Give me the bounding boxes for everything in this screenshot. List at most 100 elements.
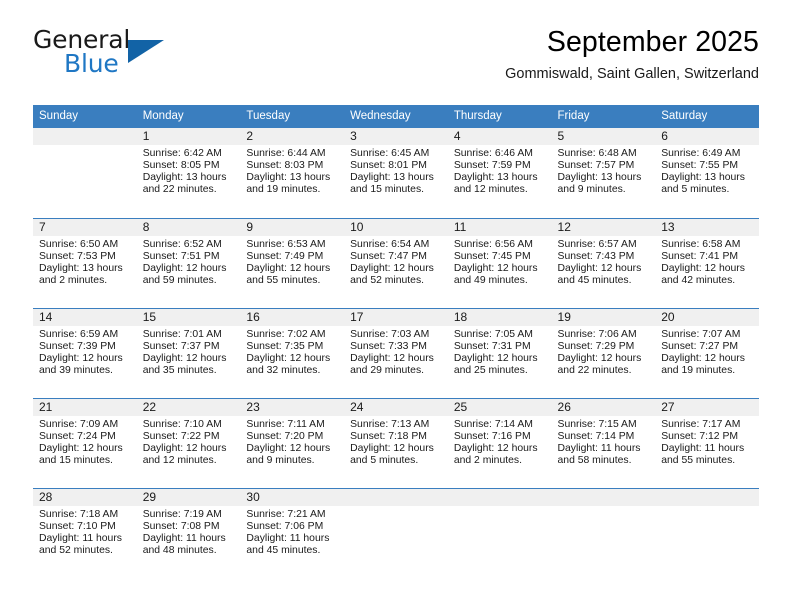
sunrise-time: Sunrise: 7:10 AM	[142, 418, 222, 430]
calendar-day-cell[interactable]: 18 Sunrise: 7:05 AM Sunset: 7:31 PM Dayligh…	[447, 307, 552, 398]
sunrise-time: Sunrise: 6:49 AM	[661, 147, 741, 159]
daylight-duration-line2: and 19 minutes.	[246, 183, 321, 195]
calendar-day-cell[interactable]: 6 Sunrise: 6:49 AM Sunset: 7:55 PM Daylight…	[655, 127, 759, 218]
daylight-duration-line2: and 42 minutes.	[661, 274, 736, 286]
daylight-duration-line1: Daylight: 11 hours	[39, 532, 122, 544]
calendar-day-cell[interactable]: 2 Sunrise: 6:44 AM Sunset: 8:03 PM Daylight…	[240, 127, 345, 218]
day-cell-inner	[344, 487, 448, 578]
calendar-day-cell[interactable]: 29 Sunrise: 7:19 AM Sunset: 7:08 PM Dayligh…	[136, 487, 241, 578]
calendar-day-cell[interactable]: 1 Sunrise: 6:42 AM Sunset: 8:05 PM Daylight…	[136, 127, 241, 218]
day-number	[33, 127, 137, 145]
calendar-day-cell[interactable]: 17 Sunrise: 7:03 AM Sunset: 7:33 PM Dayligh…	[344, 307, 448, 398]
day-number: 26	[551, 398, 656, 416]
day-cell-inner: 17 Sunrise: 7:03 AM Sunset: 7:33 PM Dayligh…	[344, 307, 448, 398]
daylight-duration-line2: and 39 minutes.	[39, 364, 113, 376]
calendar-day-cell[interactable]: 20 Sunrise: 7:07 AM Sunset: 7:27 PM Dayligh…	[655, 307, 759, 398]
calendar-day-cell[interactable]: 9 Sunrise: 6:53 AM Sunset: 7:49 PM Daylight…	[240, 217, 345, 308]
calendar-day-cell[interactable]: 19 Sunrise: 7:06 AM Sunset: 7:29 PM Dayligh…	[551, 307, 656, 398]
weekday-header-monday: Monday	[136, 105, 241, 128]
calendar-day-cell[interactable]: 14 Sunrise: 6:59 AM Sunset: 7:39 PM Dayligh…	[33, 307, 137, 398]
day-details: Sunrise: 7:21 AM Sunset: 7:06 PM Daylight:…	[240, 506, 344, 557]
calendar-day-cell[interactable]: 5 Sunrise: 6:48 AM Sunset: 7:57 PM Daylight…	[551, 127, 656, 218]
sunset-time: Sunset: 8:01 PM	[350, 159, 427, 171]
sunset-time: Sunset: 7:27 PM	[661, 340, 739, 352]
weekday-header-saturday: Saturday	[655, 105, 759, 128]
daylight-duration-line2: and 45 minutes.	[246, 544, 321, 556]
calendar-day-cell[interactable]: 4 Sunrise: 6:46 AM Sunset: 7:59 PM Daylight…	[447, 127, 552, 218]
day-number: 8	[136, 218, 241, 236]
sunrise-time: Sunrise: 7:21 AM	[246, 508, 326, 520]
calendar-day-cell[interactable]: 8 Sunrise: 6:52 AM Sunset: 7:51 PM Daylight…	[136, 217, 241, 308]
calendar-day-cell[interactable]: 16 Sunrise: 7:02 AM Sunset: 7:35 PM Dayligh…	[240, 307, 345, 398]
sunrise-time: Sunrise: 6:46 AM	[453, 147, 533, 159]
day-number: 2	[240, 127, 345, 145]
sunrise-time: Sunrise: 7:06 AM	[557, 328, 637, 340]
calendar-day-cell[interactable]: 15 Sunrise: 7:01 AM Sunset: 7:37 PM Dayligh…	[136, 307, 241, 398]
day-cell-inner: 1 Sunrise: 6:42 AM Sunset: 8:05 PM Daylight…	[136, 127, 241, 218]
day-cell-inner: 2 Sunrise: 6:44 AM Sunset: 8:03 PM Daylight…	[240, 127, 345, 218]
calendar-day-cell[interactable]: 28 Sunrise: 7:18 AM Sunset: 7:10 PM Dayligh…	[33, 487, 137, 578]
sunset-time: Sunset: 7:20 PM	[246, 430, 324, 442]
daylight-duration-line1: Daylight: 11 hours	[142, 532, 226, 544]
calendar-day-cell[interactable]: 11 Sunrise: 6:56 AM Sunset: 7:45 PM Dayligh…	[447, 217, 552, 308]
daylight-duration-line1: Daylight: 12 hours	[557, 352, 642, 364]
calendar-day-cell	[447, 487, 552, 578]
page-subtitle: Gommiswald, Saint Gallen, Switzerland	[505, 65, 759, 82]
day-number: 18	[447, 308, 552, 326]
brand-logo[interactable]: General Blue	[33, 26, 263, 86]
weekday-header-thursday: Thursday	[447, 105, 552, 128]
calendar-day-cell[interactable]: 7 Sunrise: 6:50 AM Sunset: 7:53 PM Daylight…	[33, 217, 137, 308]
day-cell-inner: 9 Sunrise: 6:53 AM Sunset: 7:49 PM Daylight…	[240, 217, 345, 308]
daylight-duration-line1: Daylight: 12 hours	[39, 352, 123, 364]
daylight-duration-line1: Daylight: 12 hours	[661, 352, 745, 364]
sunset-time: Sunset: 7:18 PM	[350, 430, 427, 442]
day-number: 11	[447, 218, 552, 236]
day-details: Sunrise: 6:46 AM Sunset: 7:59 PM Daylight:…	[448, 145, 552, 196]
calendar-week-row: 1 Sunrise: 6:42 AM Sunset: 8:05 PM Daylight…	[33, 127, 759, 218]
day-number: 7	[33, 218, 137, 236]
calendar-day-cell[interactable]: 21 Sunrise: 7:09 AM Sunset: 7:24 PM Dayligh…	[33, 397, 137, 488]
page-header: General Blue September 2025 Gommiswald, …	[33, 26, 759, 98]
sunset-time: Sunset: 7:24 PM	[39, 430, 116, 442]
daylight-duration-line2: and 2 minutes.	[39, 274, 108, 286]
day-number: 16	[240, 308, 345, 326]
day-cell-inner: 7 Sunrise: 6:50 AM Sunset: 7:53 PM Daylight…	[33, 217, 137, 308]
calendar-day-cell[interactable]: 22 Sunrise: 7:10 AM Sunset: 7:22 PM Dayligh…	[136, 397, 241, 488]
day-number: 24	[344, 398, 448, 416]
daylight-duration-line1: Daylight: 12 hours	[142, 262, 227, 274]
calendar-day-cell[interactable]: 12 Sunrise: 6:57 AM Sunset: 7:43 PM Dayligh…	[551, 217, 656, 308]
calendar-day-cell[interactable]: 26 Sunrise: 7:15 AM Sunset: 7:14 PM Dayligh…	[551, 397, 656, 488]
calendar-day-cell[interactable]: 10 Sunrise: 6:54 AM Sunset: 7:47 PM Dayligh…	[344, 217, 448, 308]
sunset-time: Sunset: 7:35 PM	[246, 340, 324, 352]
day-number: 4	[447, 127, 552, 145]
day-cell-inner: 20 Sunrise: 7:07 AM Sunset: 7:27 PM Dayligh…	[655, 307, 759, 398]
calendar-day-cell[interactable]: 13 Sunrise: 6:58 AM Sunset: 7:41 PM Dayligh…	[655, 217, 759, 308]
daylight-duration-line1: Daylight: 11 hours	[246, 532, 330, 544]
daylight-duration-line2: and 52 minutes.	[350, 274, 425, 286]
calendar-body: 1 Sunrise: 6:42 AM Sunset: 8:05 PM Daylight…	[33, 127, 759, 578]
calendar-day-cell[interactable]: 30 Sunrise: 7:21 AM Sunset: 7:06 PM Dayligh…	[240, 487, 345, 578]
day-number: 21	[33, 398, 137, 416]
calendar-day-cell[interactable]: 3 Sunrise: 6:45 AM Sunset: 8:01 PM Daylight…	[344, 127, 448, 218]
daylight-duration-line2: and 58 minutes.	[557, 454, 632, 466]
sunset-time: Sunset: 7:16 PM	[453, 430, 531, 442]
daylight-duration-line2: and 45 minutes.	[557, 274, 632, 286]
calendar-day-cell[interactable]: 25 Sunrise: 7:14 AM Sunset: 7:16 PM Dayligh…	[447, 397, 552, 488]
daylight-duration-line1: Daylight: 13 hours	[350, 171, 434, 183]
daylight-duration-line2: and 15 minutes.	[39, 454, 113, 466]
daylight-duration-line1: Daylight: 13 hours	[142, 171, 227, 183]
day-number: 27	[655, 398, 759, 416]
calendar-week-row: 7 Sunrise: 6:50 AM Sunset: 7:53 PM Daylight…	[33, 217, 759, 308]
day-details: Sunrise: 6:59 AM Sunset: 7:39 PM Daylight:…	[33, 326, 137, 377]
day-number: 6	[655, 127, 759, 145]
calendar-day-cell[interactable]: 23 Sunrise: 7:11 AM Sunset: 7:20 PM Dayligh…	[240, 397, 345, 488]
calendar-day-cell[interactable]: 27 Sunrise: 7:17 AM Sunset: 7:12 PM Dayligh…	[655, 397, 759, 488]
calendar-day-cell[interactable]: 24 Sunrise: 7:13 AM Sunset: 7:18 PM Dayligh…	[344, 397, 448, 488]
day-cell-inner: 18 Sunrise: 7:05 AM Sunset: 7:31 PM Dayligh…	[447, 307, 552, 398]
day-cell-inner	[551, 487, 656, 578]
day-details: Sunrise: 7:01 AM Sunset: 7:37 PM Daylight:…	[137, 326, 241, 377]
sunset-time: Sunset: 7:55 PM	[661, 159, 739, 171]
day-details: Sunrise: 6:48 AM Sunset: 7:57 PM Daylight:…	[552, 145, 656, 196]
day-details: Sunrise: 6:49 AM Sunset: 7:55 PM Daylight:…	[655, 145, 759, 196]
daylight-duration-line2: and 29 minutes.	[350, 364, 425, 376]
